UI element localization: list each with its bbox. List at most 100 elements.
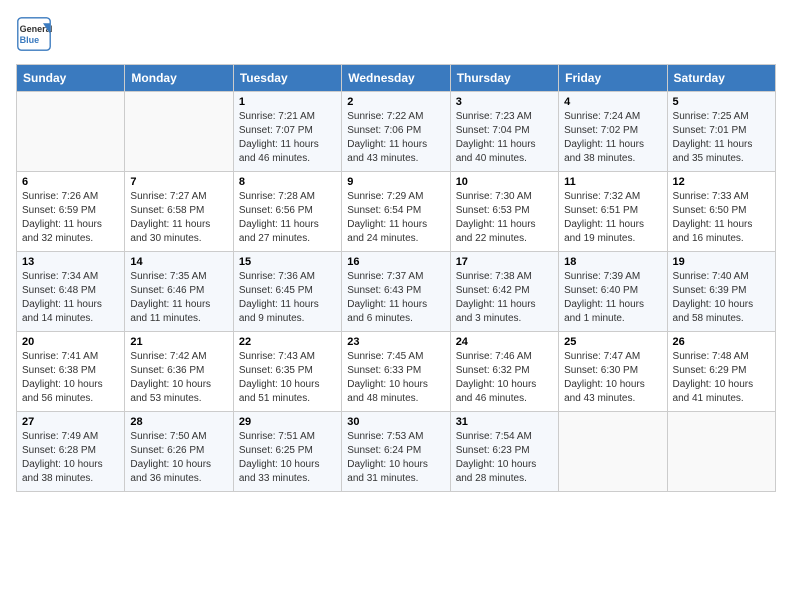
calendar-cell bbox=[17, 92, 125, 172]
day-number: 22 bbox=[239, 336, 336, 348]
day-info: Sunrise: 7:39 AMSunset: 6:40 PMDaylight:… bbox=[564, 270, 661, 326]
day-header-friday: Friday bbox=[559, 65, 667, 92]
day-number: 21 bbox=[130, 336, 227, 348]
calendar-cell: 27Sunrise: 7:49 AMSunset: 6:28 PMDayligh… bbox=[17, 412, 125, 492]
calendar-cell: 8 Sunrise: 7:28 AMSunset: 6:56 PMDaylight… bbox=[233, 172, 341, 252]
day-info: Sunrise: 7:28 AMSunset: 6:56 PMDaylight:… bbox=[239, 190, 336, 246]
logo-icon: General Blue bbox=[16, 16, 52, 52]
calendar-cell: 9 Sunrise: 7:29 AMSunset: 6:54 PMDaylight… bbox=[342, 172, 450, 252]
calendar-cell: 7 Sunrise: 7:27 AMSunset: 6:58 PMDaylight… bbox=[125, 172, 233, 252]
day-number: 28 bbox=[130, 416, 227, 428]
day-number: 4 bbox=[564, 96, 661, 108]
calendar-week-row: 27Sunrise: 7:49 AMSunset: 6:28 PMDayligh… bbox=[17, 412, 776, 492]
day-header-tuesday: Tuesday bbox=[233, 65, 341, 92]
day-info: Sunrise: 7:40 AMSunset: 6:39 PMDaylight:… bbox=[673, 270, 770, 326]
day-info: Sunrise: 7:37 AMSunset: 6:43 PMDaylight:… bbox=[347, 270, 444, 326]
day-number: 7 bbox=[130, 176, 227, 188]
calendar-week-row: 20Sunrise: 7:41 AMSunset: 6:38 PMDayligh… bbox=[17, 332, 776, 412]
day-number: 14 bbox=[130, 256, 227, 268]
day-number: 18 bbox=[564, 256, 661, 268]
day-number: 1 bbox=[239, 96, 336, 108]
day-header-wednesday: Wednesday bbox=[342, 65, 450, 92]
day-number: 8 bbox=[239, 176, 336, 188]
day-info: Sunrise: 7:46 AMSunset: 6:32 PMDaylight:… bbox=[456, 350, 553, 406]
day-info: Sunrise: 7:50 AMSunset: 6:26 PMDaylight:… bbox=[130, 430, 227, 486]
day-number: 12 bbox=[673, 176, 770, 188]
day-info: Sunrise: 7:48 AMSunset: 6:29 PMDaylight:… bbox=[673, 350, 770, 406]
day-info: Sunrise: 7:21 AMSunset: 7:07 PMDaylight:… bbox=[239, 110, 336, 166]
calendar-cell: 15Sunrise: 7:36 AMSunset: 6:45 PMDayligh… bbox=[233, 252, 341, 332]
calendar-week-row: 1 Sunrise: 7:21 AMSunset: 7:07 PMDaylight… bbox=[17, 92, 776, 172]
day-header-saturday: Saturday bbox=[667, 65, 775, 92]
day-info: Sunrise: 7:45 AMSunset: 6:33 PMDaylight:… bbox=[347, 350, 444, 406]
calendar-table: SundayMondayTuesdayWednesdayThursdayFrid… bbox=[16, 64, 776, 492]
day-number: 29 bbox=[239, 416, 336, 428]
day-info: Sunrise: 7:30 AMSunset: 6:53 PMDaylight:… bbox=[456, 190, 553, 246]
calendar-week-row: 13 Sunrise: 7:34 AMSunset: 6:48 PMDayligh… bbox=[17, 252, 776, 332]
calendar-cell: 2 Sunrise: 7:22 AMSunset: 7:06 PMDaylight… bbox=[342, 92, 450, 172]
day-header-monday: Monday bbox=[125, 65, 233, 92]
calendar-cell: 12 Sunrise: 7:33 AMSunset: 6:50 PMDayligh… bbox=[667, 172, 775, 252]
calendar-cell: 29 Sunrise: 7:51 AMSunset: 6:25 PMDayligh… bbox=[233, 412, 341, 492]
calendar-cell: 5 Sunrise: 7:25 AMSunset: 7:01 PMDaylight… bbox=[667, 92, 775, 172]
calendar-cell: 18 Sunrise: 7:39 AMSunset: 6:40 PMDayligh… bbox=[559, 252, 667, 332]
day-number: 2 bbox=[347, 96, 444, 108]
day-number: 20 bbox=[22, 336, 119, 348]
day-number: 30 bbox=[347, 416, 444, 428]
day-number: 26 bbox=[673, 336, 770, 348]
calendar-cell: 23 Sunrise: 7:45 AMSunset: 6:33 PMDayligh… bbox=[342, 332, 450, 412]
day-number: 13 bbox=[22, 256, 119, 268]
svg-text:Blue: Blue bbox=[20, 35, 40, 45]
day-number: 27 bbox=[22, 416, 119, 428]
calendar-cell: 4 Sunrise: 7:24 AMSunset: 7:02 PMDaylight… bbox=[559, 92, 667, 172]
calendar-cell: 20Sunrise: 7:41 AMSunset: 6:38 PMDayligh… bbox=[17, 332, 125, 412]
day-info: Sunrise: 7:51 AMSunset: 6:25 PMDaylight:… bbox=[239, 430, 336, 486]
day-info: Sunrise: 7:47 AMSunset: 6:30 PMDaylight:… bbox=[564, 350, 661, 406]
calendar-cell: 3Sunrise: 7:23 AMSunset: 7:04 PMDaylight… bbox=[450, 92, 558, 172]
calendar-cell: 14 Sunrise: 7:35 AMSunset: 6:46 PMDayligh… bbox=[125, 252, 233, 332]
day-number: 31 bbox=[456, 416, 553, 428]
calendar-cell: 10 Sunrise: 7:30 AMSunset: 6:53 PMDayligh… bbox=[450, 172, 558, 252]
day-number: 17 bbox=[456, 256, 553, 268]
day-info: Sunrise: 7:26 AMSunset: 6:59 PMDaylight:… bbox=[22, 190, 119, 246]
day-info: Sunrise: 7:34 AMSunset: 6:48 PMDaylight:… bbox=[22, 270, 119, 326]
day-number: 16 bbox=[347, 256, 444, 268]
day-info: Sunrise: 7:36 AMSunset: 6:45 PMDaylight:… bbox=[239, 270, 336, 326]
calendar-cell bbox=[667, 412, 775, 492]
day-info: Sunrise: 7:22 AMSunset: 7:06 PMDaylight:… bbox=[347, 110, 444, 166]
day-info: Sunrise: 7:53 AMSunset: 6:24 PMDaylight:… bbox=[347, 430, 444, 486]
day-number: 9 bbox=[347, 176, 444, 188]
calendar-cell bbox=[559, 412, 667, 492]
logo: General Blue bbox=[16, 16, 52, 52]
day-header-sunday: Sunday bbox=[17, 65, 125, 92]
calendar-cell: 26 Sunrise: 7:48 AMSunset: 6:29 PMDayligh… bbox=[667, 332, 775, 412]
day-number: 10 bbox=[456, 176, 553, 188]
day-info: Sunrise: 7:29 AMSunset: 6:54 PMDaylight:… bbox=[347, 190, 444, 246]
day-header-thursday: Thursday bbox=[450, 65, 558, 92]
day-number: 5 bbox=[673, 96, 770, 108]
day-info: Sunrise: 7:33 AMSunset: 6:50 PMDaylight:… bbox=[673, 190, 770, 246]
day-info: Sunrise: 7:38 AMSunset: 6:42 PMDaylight:… bbox=[456, 270, 553, 326]
calendar-cell: 31 Sunrise: 7:54 AMSunset: 6:23 PMDayligh… bbox=[450, 412, 558, 492]
page-header: General Blue bbox=[16, 16, 776, 52]
day-number: 23 bbox=[347, 336, 444, 348]
calendar-cell: 24 Sunrise: 7:46 AMSunset: 6:32 PMDayligh… bbox=[450, 332, 558, 412]
calendar-cell: 6Sunrise: 7:26 AMSunset: 6:59 PMDaylight… bbox=[17, 172, 125, 252]
calendar-cell: 11Sunrise: 7:32 AMSunset: 6:51 PMDayligh… bbox=[559, 172, 667, 252]
calendar-cell: 13 Sunrise: 7:34 AMSunset: 6:48 PMDayligh… bbox=[17, 252, 125, 332]
calendar-cell: 19 Sunrise: 7:40 AMSunset: 6:39 PMDayligh… bbox=[667, 252, 775, 332]
day-info: Sunrise: 7:35 AMSunset: 6:46 PMDaylight:… bbox=[130, 270, 227, 326]
day-info: Sunrise: 7:25 AMSunset: 7:01 PMDaylight:… bbox=[673, 110, 770, 166]
day-number: 3 bbox=[456, 96, 553, 108]
calendar-cell: 25Sunrise: 7:47 AMSunset: 6:30 PMDayligh… bbox=[559, 332, 667, 412]
calendar-cell bbox=[125, 92, 233, 172]
calendar-week-row: 6Sunrise: 7:26 AMSunset: 6:59 PMDaylight… bbox=[17, 172, 776, 252]
day-number: 19 bbox=[673, 256, 770, 268]
day-info: Sunrise: 7:43 AMSunset: 6:35 PMDaylight:… bbox=[239, 350, 336, 406]
day-info: Sunrise: 7:24 AMSunset: 7:02 PMDaylight:… bbox=[564, 110, 661, 166]
day-info: Sunrise: 7:27 AMSunset: 6:58 PMDaylight:… bbox=[130, 190, 227, 246]
calendar-cell: 30 Sunrise: 7:53 AMSunset: 6:24 PMDayligh… bbox=[342, 412, 450, 492]
day-number: 24 bbox=[456, 336, 553, 348]
day-info: Sunrise: 7:54 AMSunset: 6:23 PMDaylight:… bbox=[456, 430, 553, 486]
calendar-cell: 17 Sunrise: 7:38 AMSunset: 6:42 PMDayligh… bbox=[450, 252, 558, 332]
